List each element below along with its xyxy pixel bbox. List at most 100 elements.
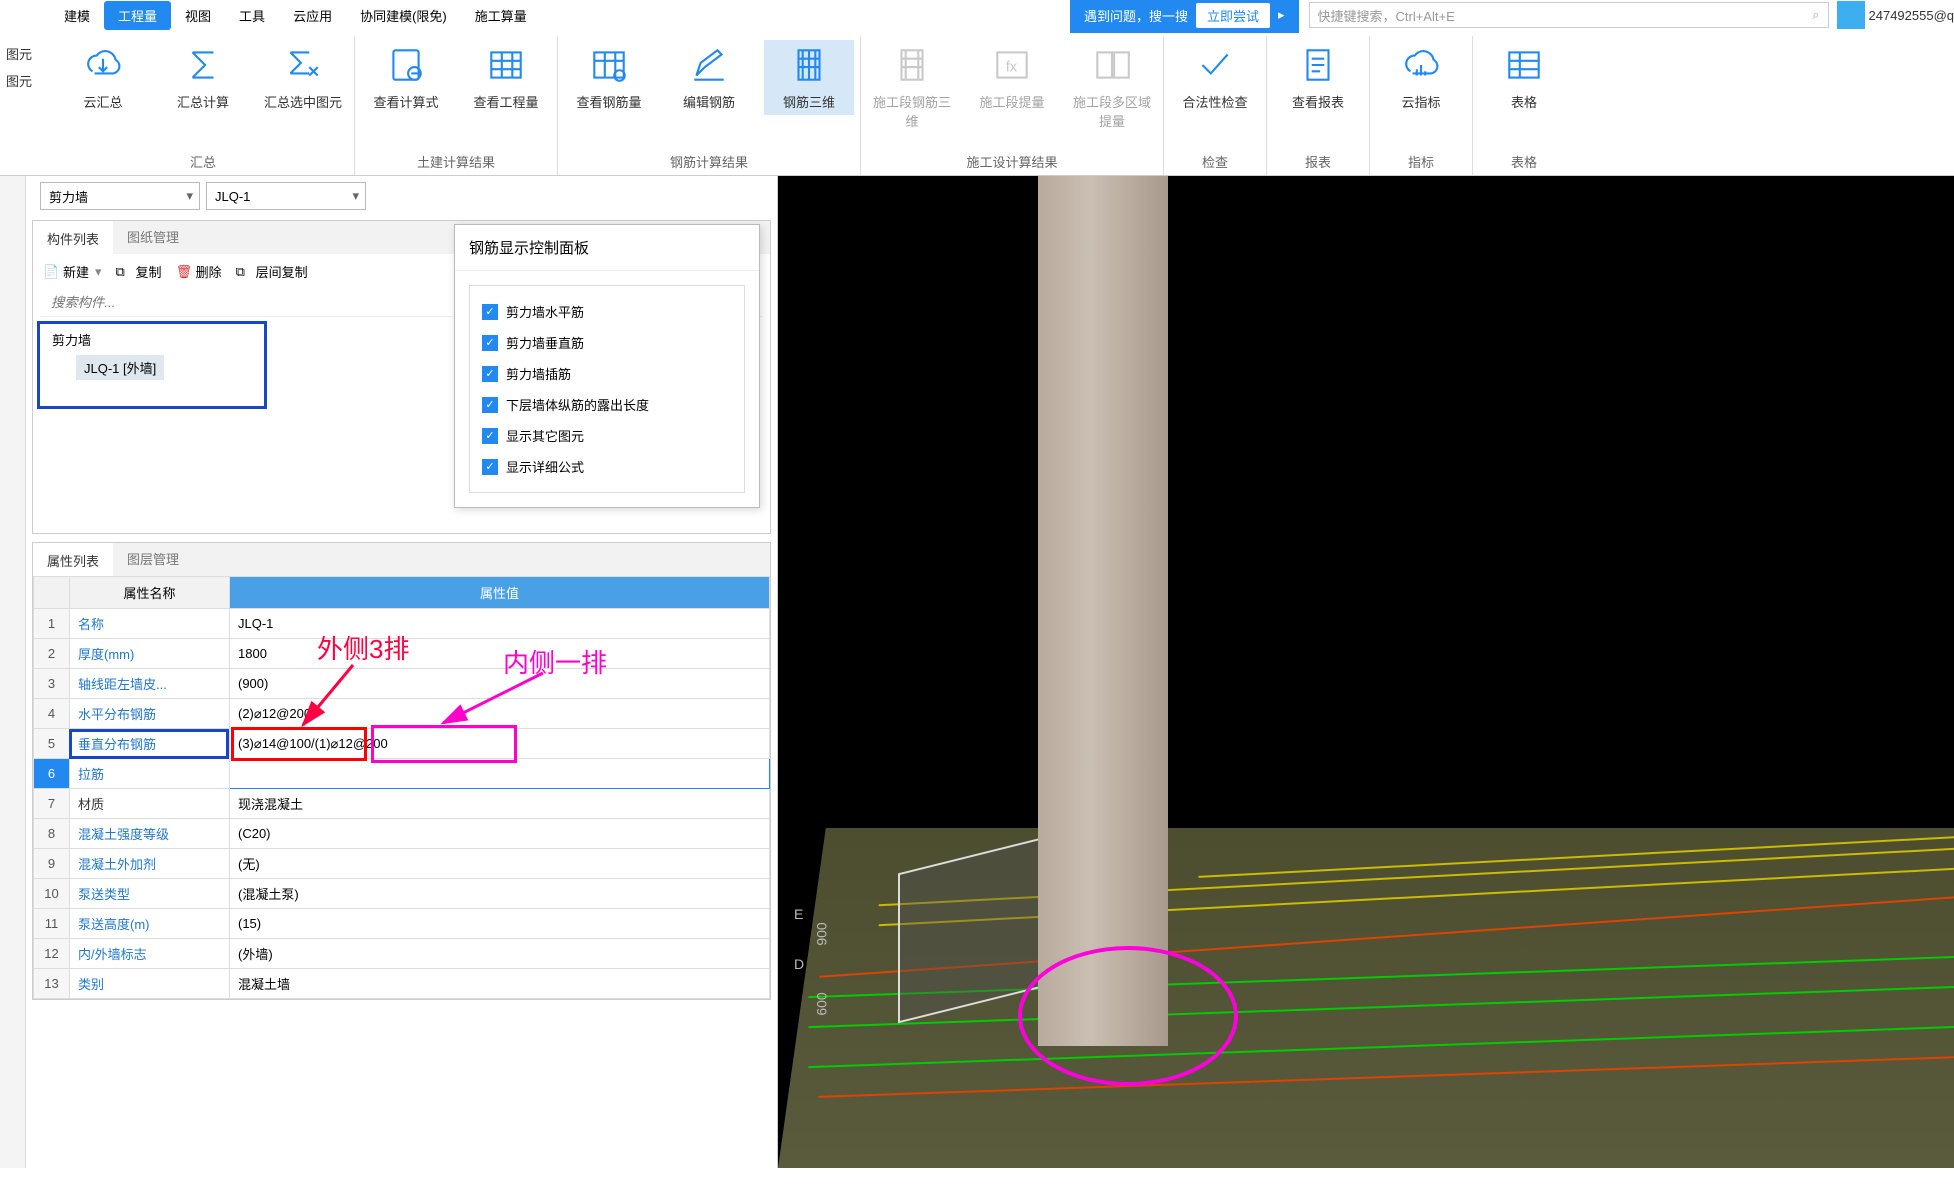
view-quantity-button[interactable]: 查看工程量 <box>461 40 551 115</box>
left-gutter <box>0 176 26 1168</box>
checkbox-row[interactable]: ✓显示其它图元 <box>480 420 734 451</box>
checkbox-checked[interactable]: ✓ <box>482 428 498 444</box>
checkbox-checked[interactable]: ✓ <box>482 304 498 320</box>
annotation-ellipse <box>1018 946 1238 1086</box>
shortcut-search[interactable]: 快捷键搜索，Ctrl+Alt+E ⌕ <box>1309 2 1829 28</box>
new-button[interactable]: 📄新建▾ <box>43 262 102 281</box>
table-button[interactable]: 表格 <box>1479 40 1569 115</box>
prop-val[interactable]: (混凝土泵) <box>230 879 770 909</box>
rebar-3d-button[interactable]: 钢筋三维 <box>764 40 854 115</box>
menu-item[interactable]: 工具 <box>225 1 279 30</box>
try-button[interactable]: 立即尝试 <box>1196 3 1270 28</box>
user-name: 247492555@q <box>1869 8 1954 23</box>
prop-key: 泵送类型 <box>70 879 230 909</box>
tab-properties[interactable]: 属性列表 <box>33 543 113 576</box>
tab-drawing-mgmt[interactable]: 图纸管理 <box>113 221 193 254</box>
prop-key: 拉筋 <box>70 759 230 789</box>
copy-button[interactable]: ⧉复制 <box>116 262 162 281</box>
checkbox-row[interactable]: ✓剪力墙水平筋 <box>480 296 734 327</box>
report-icon <box>1297 44 1339 86</box>
prop-val[interactable]: 混凝土墙 <box>230 969 770 999</box>
layer-icon: ⧉ <box>236 264 252 280</box>
prop-val[interactable]: JLQ-1 <box>230 609 770 639</box>
prop-val[interactable]: (C20) <box>230 819 770 849</box>
property-table: 属性名称属性值 1名称JLQ-1 2厚度(mm)1800 3轴线距左墙皮...(… <box>33 576 770 999</box>
checkbox-checked[interactable]: ✓ <box>482 459 498 475</box>
check-icon <box>1194 44 1236 86</box>
search-icon: ⌕ <box>1812 7 1819 23</box>
item-dropdown[interactable]: JLQ-1 <box>206 182 366 210</box>
checkbox-checked[interactable]: ✓ <box>482 397 498 413</box>
copy-icon: ⧉ <box>116 264 132 280</box>
delete-button[interactable]: 🗑删除 <box>176 262 222 281</box>
user-avatar[interactable] <box>1837 1 1865 29</box>
axis-label: 600 <box>814 992 830 1015</box>
wall-3d <box>1038 176 1168 1046</box>
menubar: 建模 工程量 视图 工具 云应用 协同建模(限免) 施工算量 遇到问题，搜一搜 … <box>0 0 1954 30</box>
dropdowns: 剪力墙 JLQ-1 <box>26 176 777 216</box>
group-title: 检查 <box>1202 146 1228 175</box>
prop-val[interactable]: (外墙) <box>230 939 770 969</box>
menu-item[interactable]: 施工算量 <box>461 1 541 30</box>
edit-rebar-button[interactable]: 编辑钢筋 <box>664 40 754 115</box>
type-dropdown[interactable]: 剪力墙 <box>40 182 200 210</box>
axis-label: D <box>794 956 804 972</box>
rebar-display-panel[interactable]: 钢筋显示控制面板 ✓剪力墙水平筋 ✓剪力墙垂直筋 ✓剪力墙插筋 ✓下层墙体纵筋的… <box>454 224 760 508</box>
prop-val[interactable]: 现浇混凝土 <box>230 789 770 819</box>
view-report-button[interactable]: 查看报表 <box>1273 40 1363 115</box>
sigma-select-icon <box>282 44 324 86</box>
prop-val[interactable]: (无) <box>230 849 770 879</box>
grid-icon <box>485 44 527 86</box>
prop-key: 泵送高度(m) <box>70 909 230 939</box>
cloud-index-button[interactable]: 云指标 <box>1376 40 1466 115</box>
tab-component-list[interactable]: 构件列表 <box>33 221 113 254</box>
side-btn[interactable]: 图元 <box>6 71 46 90</box>
3d-viewport[interactable]: E D 900 600 <box>778 176 1954 1168</box>
checkbox-row[interactable]: ✓剪力墙插筋 <box>480 358 734 389</box>
tree-highlight-box: 剪力墙 JLQ-1 [外墙] <box>37 321 267 409</box>
stage-qty-button: fx施工段提量 <box>967 40 1057 115</box>
calc-icon <box>385 44 427 86</box>
group-title: 汇总 <box>190 146 216 175</box>
group-title: 报表 <box>1305 146 1331 175</box>
stage-rebar3d-button: 施工段钢筋三维 <box>867 40 957 134</box>
validity-check-button[interactable]: 合法性检查 <box>1170 40 1260 115</box>
content: 剪力墙 JLQ-1 构件列表 图纸管理 📄新建▾ ⧉复制 🗑删除 ⧉层间复制 剪… <box>0 176 1954 1168</box>
help-banner: 遇到问题，搜一搜 立即尝试 ▸ <box>1070 0 1299 33</box>
summary-selected-button[interactable]: 汇总选中图元 <box>258 40 348 115</box>
checkbox-checked[interactable]: ✓ <box>482 366 498 382</box>
view-rebar-qty-button[interactable]: 查看钢筋量 <box>564 40 654 115</box>
checkbox-checked[interactable]: ✓ <box>482 335 498 351</box>
svg-text:fx: fx <box>1006 59 1018 75</box>
property-panel: 属性列表 图层管理 属性名称属性值 1名称JLQ-1 2厚度(mm)1800 3… <box>32 542 771 1000</box>
group-title: 土建计算结果 <box>417 146 495 175</box>
layer-copy-button[interactable]: ⧉层间复制 <box>236 262 308 281</box>
prop-key: 轴线距左墙皮... <box>70 669 230 699</box>
summary-calc-button[interactable]: 汇总计算 <box>158 40 248 115</box>
tree-root[interactable]: 剪力墙 <box>46 330 258 349</box>
cloud-summary-button[interactable]: 云汇总 <box>58 40 148 115</box>
prop-key: 混凝土外加剂 <box>70 849 230 879</box>
sigma-icon <box>182 44 224 86</box>
arrow-red <box>293 655 373 735</box>
checkbox-row[interactable]: ✓剪力墙垂直筋 <box>480 327 734 358</box>
tab-layer-mgmt[interactable]: 图层管理 <box>113 543 193 576</box>
prop-val[interactable]: (15) <box>230 909 770 939</box>
menu-item[interactable]: 云应用 <box>279 1 346 30</box>
side-btn[interactable]: 图元 <box>6 44 46 63</box>
checkbox-row[interactable]: ✓下层墙体纵筋的露出长度 <box>480 389 734 420</box>
menu-item-active[interactable]: 工程量 <box>104 1 171 30</box>
menu-item[interactable]: 视图 <box>171 1 225 30</box>
menu-item[interactable]: 协同建模(限免) <box>346 1 461 30</box>
grid-icon <box>588 44 630 86</box>
tree-child-selected[interactable]: JLQ-1 [外墙] <box>76 355 164 380</box>
prop-key: 类别 <box>70 969 230 999</box>
stage-multi-button: 施工段多区域提量 <box>1067 40 1157 134</box>
view-formula-button[interactable]: 查看计算式 <box>361 40 451 115</box>
prop-val-editing[interactable] <box>230 759 770 789</box>
trash-icon: 🗑 <box>176 264 192 280</box>
prop-key: 材质 <box>70 789 230 819</box>
menu-item[interactable]: 建模 <box>50 1 104 30</box>
arrow-magenta <box>433 663 553 733</box>
checkbox-row[interactable]: ✓显示详细公式 <box>480 451 734 482</box>
